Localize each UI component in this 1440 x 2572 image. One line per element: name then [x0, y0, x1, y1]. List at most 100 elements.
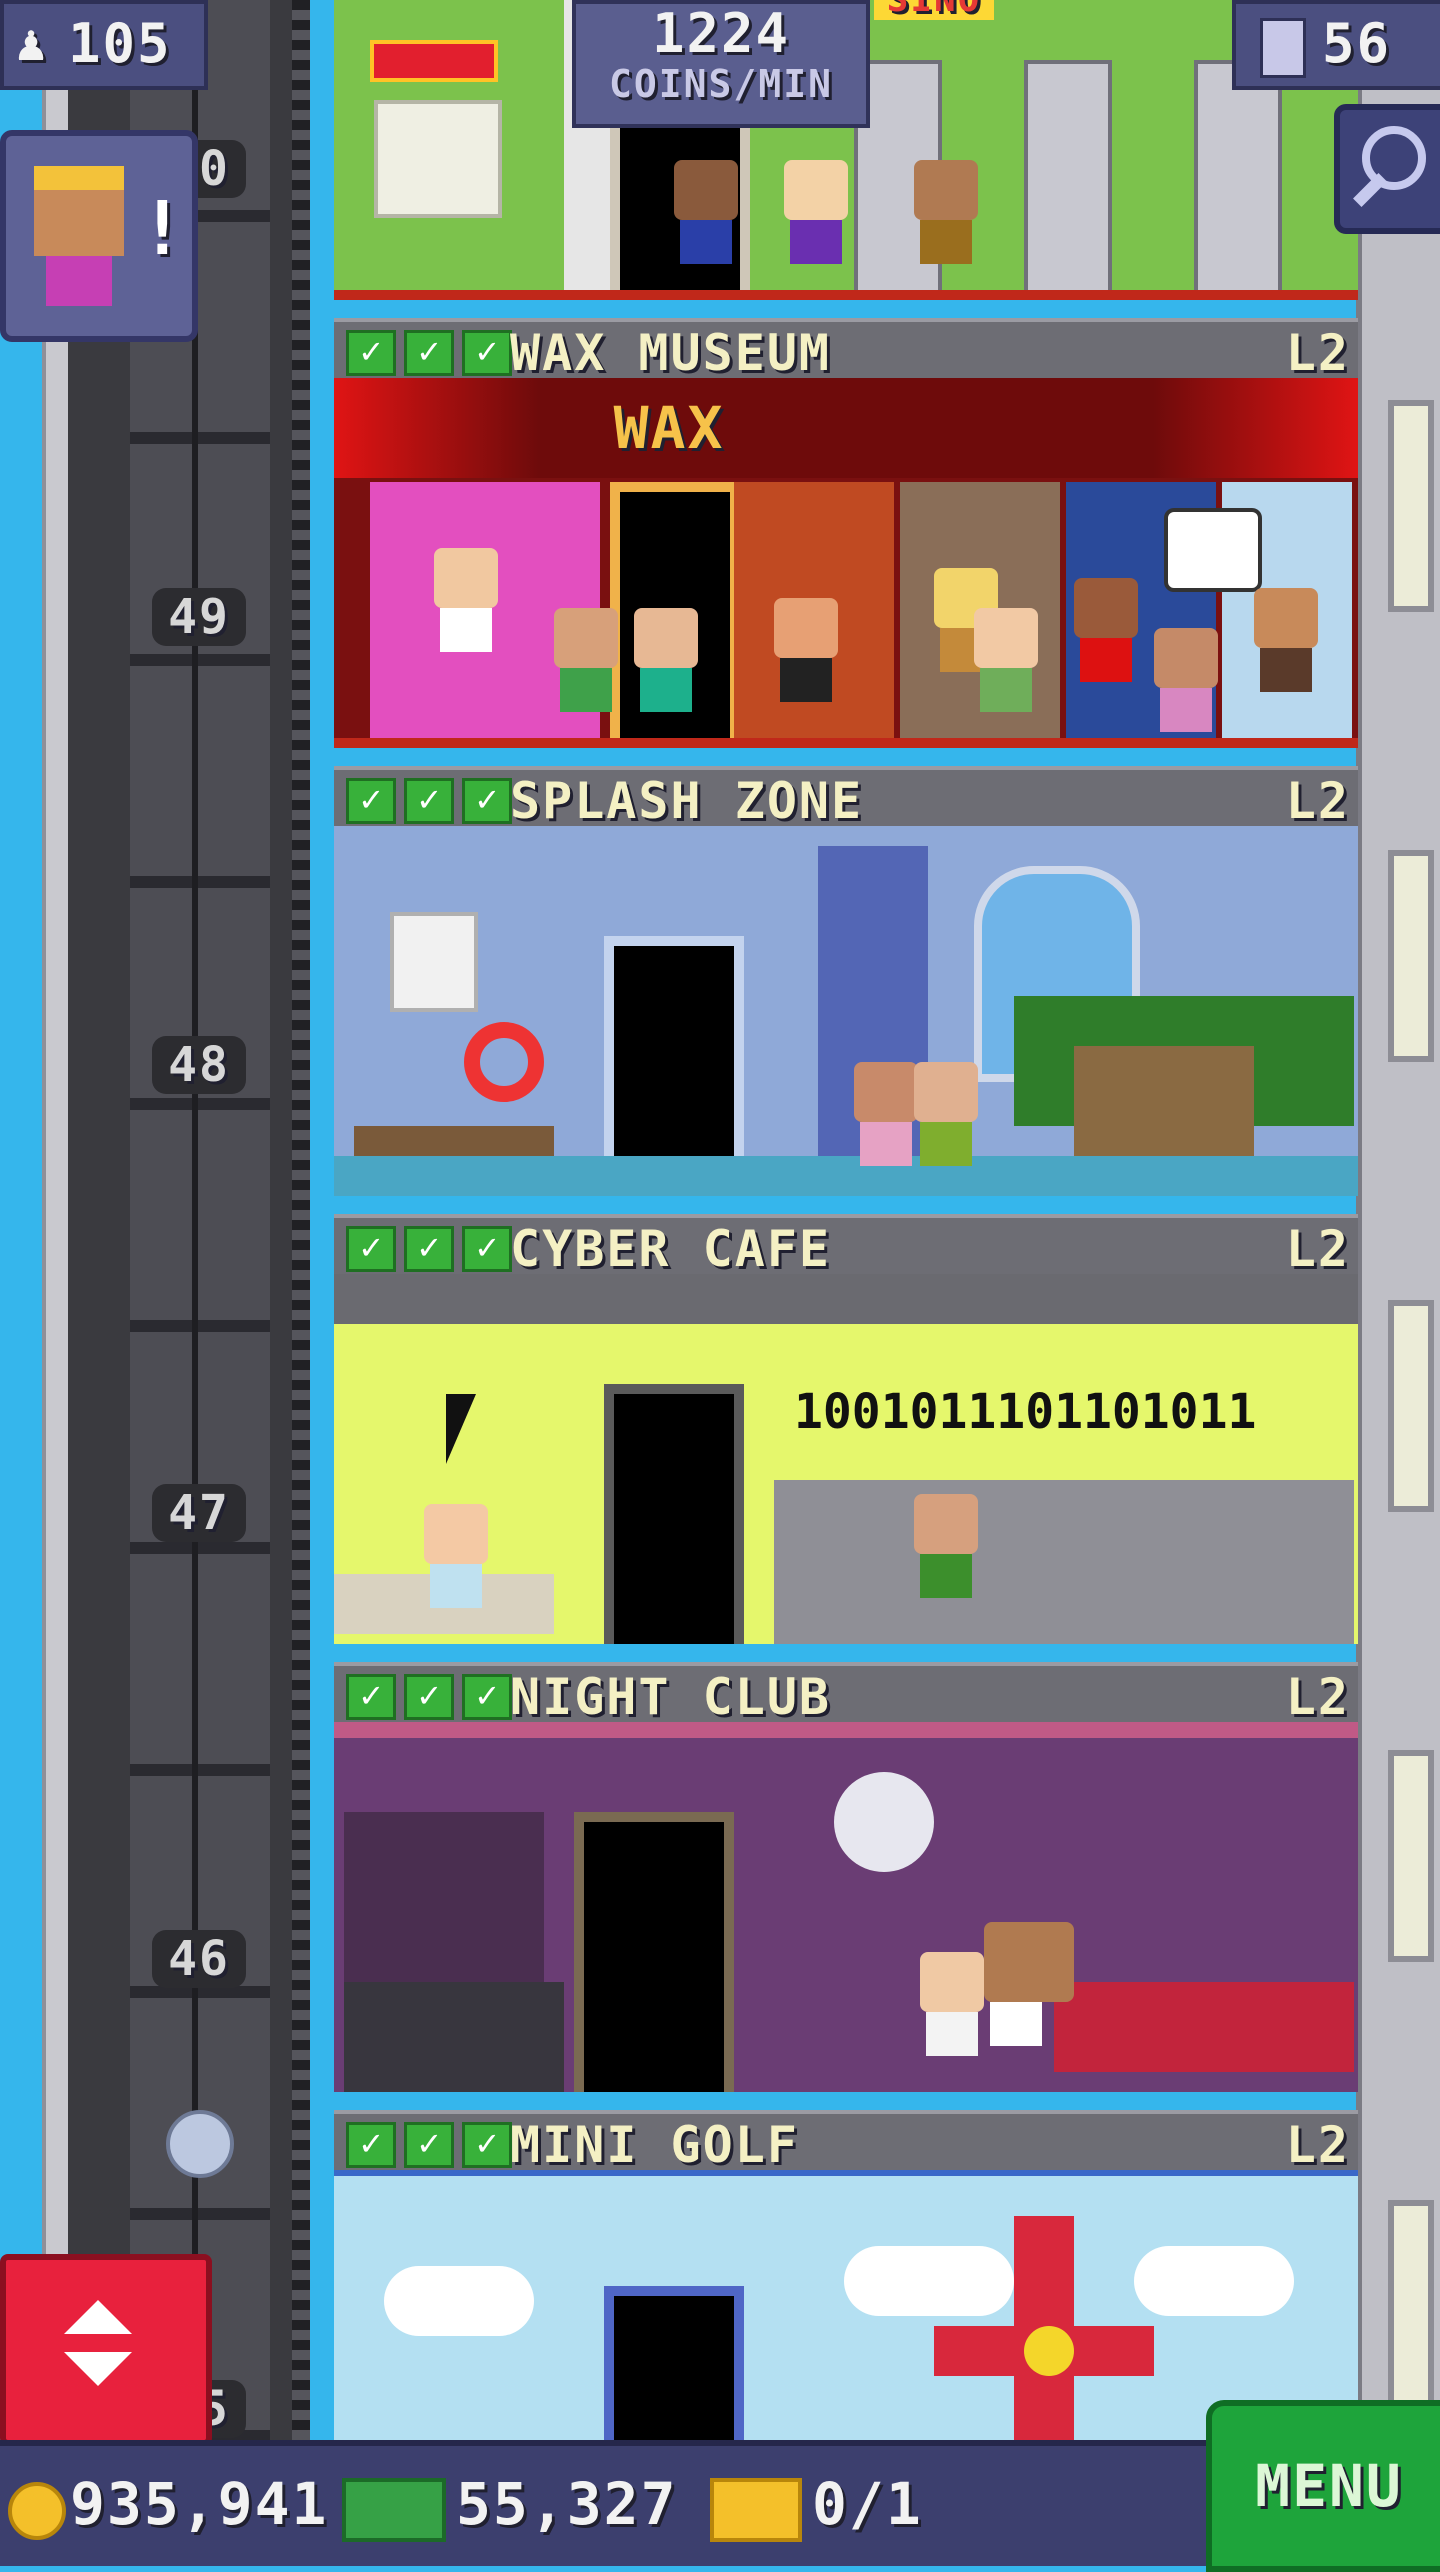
right-building-edge — [1356, 0, 1440, 2440]
coins-per-min-label: COINS/MIN — [609, 62, 833, 106]
floor-number-47: 47 — [152, 1484, 246, 1542]
bitizen[interactable] — [914, 160, 978, 264]
floor-trim — [334, 738, 1358, 748]
ticket-count: 0/1 — [812, 2470, 923, 2538]
window — [1388, 1300, 1434, 1512]
floor-night-club[interactable] — [334, 1722, 1358, 2092]
star-checks: ✓ ✓ ✓ — [346, 1674, 520, 1720]
bitizen[interactable] — [974, 608, 1038, 712]
elevator-shaft-inner — [130, 0, 270, 2440]
alert-mark: ! — [140, 186, 187, 272]
wax-figure — [1254, 588, 1318, 692]
bitizen[interactable] — [784, 160, 848, 264]
windmill-hub — [1024, 2326, 1074, 2376]
coins-total: 935,941 — [70, 2470, 329, 2538]
menu-label: MENU — [1255, 2452, 1403, 2520]
floor-count: 56 — [1322, 12, 1392, 75]
floor-mini-golf[interactable] — [334, 2170, 1358, 2440]
avatar-shirt — [46, 256, 112, 306]
star-checks: ✓ ✓ ✓ — [346, 2122, 520, 2168]
floor-bar-mini-golf[interactable]: ✓ ✓ ✓ MINI GOLF L2 — [334, 2110, 1358, 2174]
check-icon: ✓ — [346, 778, 396, 824]
check-icon: ✓ — [462, 1226, 512, 1272]
slot-machine-icon — [1024, 60, 1112, 298]
casino-sign: SINO — [874, 0, 994, 20]
star-checks: ✓ ✓ ✓ — [346, 778, 520, 824]
floor-name: MINI GOLF — [510, 2116, 799, 2174]
cloud-icon — [1134, 2246, 1294, 2316]
bitizen[interactable] — [920, 1952, 984, 2056]
building-icon — [1260, 18, 1306, 78]
floor-level: L2 — [1285, 1220, 1350, 1278]
slot-machine-icon — [1194, 60, 1282, 298]
floor-trim — [334, 290, 1358, 300]
floor-name: SPLASH ZONE — [510, 772, 864, 830]
bitizen[interactable] — [674, 160, 738, 264]
bitizen-avatar — [34, 166, 124, 256]
floor-wax-museum[interactable]: WAX — [334, 378, 1358, 748]
vip-notification[interactable]: ! — [0, 130, 198, 342]
bar-counter — [344, 1982, 564, 2092]
bitizen[interactable] — [554, 608, 618, 712]
computer-desks — [774, 1480, 1354, 1644]
floor-cyber-cafe[interactable]: 1001011101101011 — [334, 1274, 1358, 1644]
arrow-down-icon — [64, 2352, 132, 2386]
bank-icon — [374, 100, 502, 218]
life-ring-icon — [464, 1022, 544, 1102]
floor-count-badge[interactable]: 56 — [1232, 0, 1440, 90]
floor-number-49: 49 — [152, 588, 246, 646]
floor-level: L2 — [1285, 2116, 1350, 2174]
bitizen[interactable] — [1154, 628, 1218, 732]
coins-per-min-badge[interactable]: 1224 COINS/MIN — [572, 0, 870, 128]
pool-water — [334, 1156, 1358, 1196]
menu-button[interactable]: MENU — [1206, 2400, 1440, 2572]
check-icon: ✓ — [346, 1674, 396, 1720]
population-count: 105 — [68, 12, 172, 75]
lounge-sofa — [1054, 1982, 1354, 2072]
floor-level: L2 — [1285, 772, 1350, 830]
check-icon: ✓ — [404, 1226, 454, 1272]
elevator-car-icon[interactable] — [166, 2110, 234, 2178]
window — [1388, 1750, 1434, 1962]
poster-icon — [390, 912, 478, 1012]
bux-total: 55,327 — [456, 2470, 678, 2538]
search-button[interactable] — [1334, 104, 1440, 234]
bitizen[interactable] — [854, 1062, 918, 1166]
shaft-divider — [192, 0, 198, 2440]
elevator-cable — [292, 0, 310, 2440]
floor-door — [604, 1384, 744, 1644]
check-icon: ✓ — [346, 330, 396, 376]
floor-name: WAX MUSEUM — [510, 324, 832, 382]
wax-figure — [1074, 578, 1138, 682]
population-badge[interactable]: ♟ 105 — [0, 0, 208, 90]
bitizen[interactable] — [914, 1062, 978, 1166]
disco-ball-icon — [834, 1772, 934, 1872]
speech-bubble-icon[interactable] — [1164, 508, 1262, 592]
floor-level: L2 — [1285, 1668, 1350, 1726]
cloud-icon — [384, 2266, 534, 2336]
wax-figure — [774, 598, 838, 702]
bitizen[interactable] — [914, 1494, 978, 1598]
coin-icon — [8, 2482, 66, 2540]
floor-bar-night-club[interactable]: ✓ ✓ ✓ NIGHT CLUB L2 — [334, 1662, 1358, 1726]
bitizen[interactable] — [424, 1504, 488, 1608]
exit-sign-icon — [370, 40, 498, 82]
ticket-icon — [710, 2478, 802, 2542]
floor-bar-wax-museum[interactable]: ✓ ✓ ✓ WAX MUSEUM L2 — [334, 318, 1358, 382]
floor-bar-cyber-cafe[interactable]: ✓ ✓ ✓ CYBER CAFE L2 — [334, 1214, 1358, 1278]
wax-sign: WAX — [613, 394, 725, 462]
check-icon: ✓ — [404, 1674, 454, 1720]
bitizen[interactable] — [984, 1922, 1074, 2046]
bitizen[interactable] — [634, 608, 698, 712]
floor-bar-splash-zone[interactable]: ✓ ✓ ✓ SPLASH ZONE L2 — [334, 766, 1358, 830]
cloud-icon — [844, 2246, 1014, 2316]
cursor-icon — [446, 1394, 506, 1464]
star-checks: ✓ ✓ ✓ — [346, 1226, 520, 1272]
elevator-button[interactable] — [0, 2254, 212, 2446]
check-icon: ✓ — [462, 2122, 512, 2168]
floor-door — [604, 2286, 744, 2440]
floor-splash-zone[interactable] — [334, 826, 1358, 1196]
check-icon: ✓ — [346, 2122, 396, 2168]
check-icon: ✓ — [462, 1674, 512, 1720]
floor-door — [574, 1812, 734, 2092]
